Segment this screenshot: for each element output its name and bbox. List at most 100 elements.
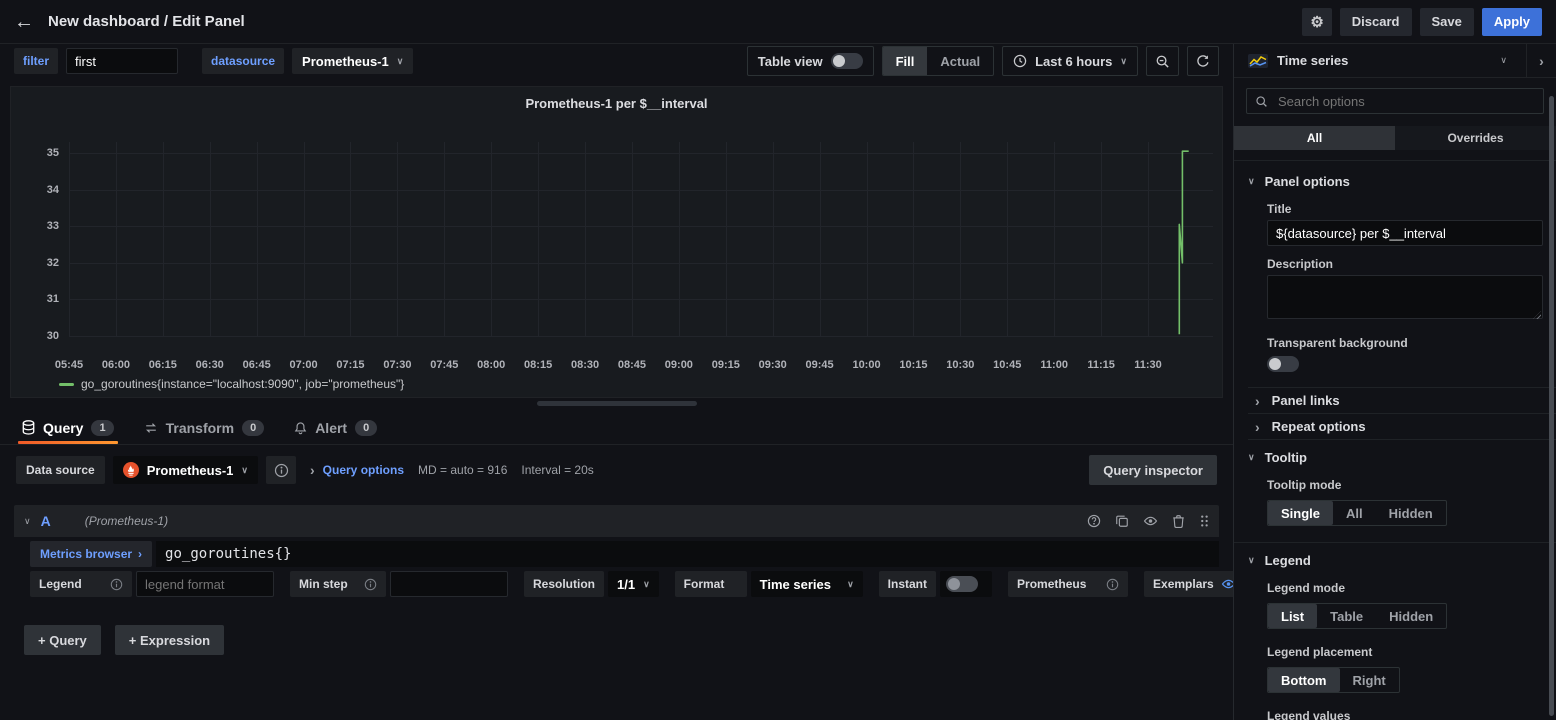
instant-chip: Instant <box>879 571 936 597</box>
datasource-picker[interactable]: Prometheus-1 ∨ <box>113 456 258 484</box>
search-icon <box>1255 95 1268 108</box>
tooltip-hidden-option[interactable]: Hidden <box>1376 501 1446 525</box>
panel-title-input[interactable] <box>1267 220 1543 246</box>
max-datapoints-text: MD = auto = 916 <box>418 463 507 477</box>
query-row-header[interactable]: ∨ A (Prometheus-1) <box>14 505 1219 537</box>
add-expression-button[interactable]: + Expression <box>115 625 224 655</box>
legend-bottom-option[interactable]: Bottom <box>1268 668 1340 692</box>
query-options-link[interactable]: Query options <box>323 463 404 477</box>
chevron-right-icon[interactable]: › <box>310 462 315 478</box>
collapse-pane-button[interactable]: › <box>1526 44 1556 78</box>
gridline-horizontal <box>69 226 1213 227</box>
tab-transform[interactable]: Transform 0 <box>144 411 265 444</box>
variables-toolbar: filter datasource Prometheus-1 ∨ Table v… <box>0 44 1233 78</box>
query-row-actions <box>1087 514 1209 528</box>
time-toolbar: Table view Fill Actual Last 6 hours ∨ <box>747 46 1219 76</box>
collapse-chevron-icon[interactable]: ∨ <box>24 516 31 527</box>
y-axis-label: 35 <box>23 147 59 159</box>
time-series-plot[interactable]: 05:4506:0006:1506:3006:4507:0007:1507:30… <box>11 87 1222 397</box>
format-select[interactable]: Time series ∨ <box>751 571 863 597</box>
metrics-query-row: Metrics browser › <box>14 541 1219 567</box>
chevron-down-icon: ∨ <box>1248 452 1255 463</box>
actual-option[interactable]: Actual <box>927 47 993 75</box>
resize-drag-handle[interactable] <box>537 401 697 406</box>
info-circle-icon[interactable] <box>364 578 377 591</box>
save-button[interactable]: Save <box>1420 8 1474 36</box>
resolution-select[interactable]: 1/1 ∨ <box>608 571 659 597</box>
drag-handle-dots-icon[interactable] <box>1199 514 1209 528</box>
gridline-vertical <box>163 142 164 337</box>
datasource-variable-select[interactable]: Prometheus-1 ∨ <box>292 48 413 74</box>
tooltip-all-option[interactable]: All <box>1333 501 1376 525</box>
legend-table-option[interactable]: Table <box>1317 604 1376 628</box>
filter-variable-input[interactable] <box>66 48 178 74</box>
clock-icon <box>1013 54 1027 68</box>
repeat-options-heading: Repeat options <box>1272 419 1366 434</box>
format-label: Format <box>684 577 725 591</box>
series-legend[interactable]: go_goroutines{instance="localhost:9090",… <box>59 377 404 391</box>
legend-right-option[interactable]: Right <box>1340 668 1399 692</box>
gridline-horizontal <box>69 153 1213 154</box>
repeat-options-section[interactable]: › Repeat options <box>1248 413 1556 439</box>
delete-query-trash-icon[interactable] <box>1172 514 1185 528</box>
legend-format-input[interactable] <box>136 571 274 597</box>
gridline-vertical <box>257 142 258 337</box>
tooltip-section-header[interactable]: ∨ Tooltip <box>1234 440 1556 467</box>
info-circle-icon[interactable] <box>1106 578 1119 591</box>
fill-option[interactable]: Fill <box>883 47 928 75</box>
refresh-button[interactable] <box>1187 46 1219 76</box>
info-circle-icon <box>274 463 289 478</box>
legend-mode-label: Legend mode <box>1267 581 1542 595</box>
tab-transform-count: 0 <box>242 420 264 436</box>
panel-description-textarea[interactable] <box>1267 275 1543 319</box>
apply-button[interactable]: Apply <box>1482 8 1542 36</box>
gridline-vertical <box>867 142 868 337</box>
gridline-vertical <box>585 142 586 337</box>
query-help-icon[interactable] <box>1087 514 1101 528</box>
datasource-help-button[interactable] <box>266 456 296 484</box>
zoom-out-button[interactable] <box>1146 46 1179 76</box>
x-axis-label: 08:15 <box>524 359 552 371</box>
tab-alert[interactable]: Alert 0 <box>294 411 377 444</box>
promql-expression-input[interactable] <box>156 541 1219 567</box>
legend-option-chip: Legend <box>30 571 132 597</box>
transparent-background-toggle[interactable] <box>1267 356 1299 372</box>
gridline-vertical <box>116 142 117 337</box>
legend-section-header[interactable]: ∨ Legend <box>1234 543 1556 570</box>
query-inspector-button[interactable]: Query inspector <box>1089 455 1217 485</box>
legend-hidden-option[interactable]: Hidden <box>1376 604 1446 628</box>
time-range-picker[interactable]: Last 6 hours ∨ <box>1002 46 1138 76</box>
x-axis-label: 10:30 <box>946 359 974 371</box>
discard-button[interactable]: Discard <box>1340 8 1412 36</box>
table-view-toggle[interactable] <box>831 53 863 69</box>
gear-icon: ⚙ <box>1310 13 1323 31</box>
panel-settings-button[interactable]: ⚙ <box>1302 8 1331 36</box>
sidebar-scrollbar[interactable] <box>1549 96 1554 716</box>
database-icon <box>22 420 35 435</box>
x-axis-label: 06:45 <box>243 359 271 371</box>
panel-options-section-header[interactable]: ∨ Panel options <box>1234 161 1556 191</box>
tab-query[interactable]: Query 1 <box>22 411 114 444</box>
gridline-vertical <box>632 142 633 337</box>
min-step-input[interactable] <box>390 571 508 597</box>
gridline-vertical <box>1054 142 1055 337</box>
chevron-down-icon: ∨ <box>1248 176 1255 187</box>
add-query-button[interactable]: + Query <box>24 625 101 655</box>
info-circle-icon[interactable] <box>110 578 123 591</box>
panel-links-section[interactable]: › Panel links <box>1248 387 1556 413</box>
tooltip-single-option[interactable]: Single <box>1268 501 1333 525</box>
disable-query-eye-icon[interactable] <box>1143 514 1158 528</box>
metrics-browser-button[interactable]: Metrics browser › <box>30 541 152 567</box>
duplicate-query-icon[interactable] <box>1115 514 1129 528</box>
chevron-down-icon: ∨ <box>1120 56 1127 67</box>
x-axis-label: 11:00 <box>1040 359 1068 371</box>
tab-all-options[interactable]: All <box>1234 126 1395 150</box>
visualization-picker[interactable]: Time series ∨ › <box>1234 44 1556 78</box>
options-search-input[interactable] <box>1276 93 1535 110</box>
instant-toggle[interactable] <box>946 576 978 592</box>
options-search[interactable] <box>1246 88 1544 114</box>
x-axis-label: 09:30 <box>759 359 787 371</box>
legend-list-option[interactable]: List <box>1268 604 1317 628</box>
back-arrow-icon[interactable]: ← <box>14 12 34 32</box>
tab-overrides[interactable]: Overrides <box>1395 126 1556 150</box>
